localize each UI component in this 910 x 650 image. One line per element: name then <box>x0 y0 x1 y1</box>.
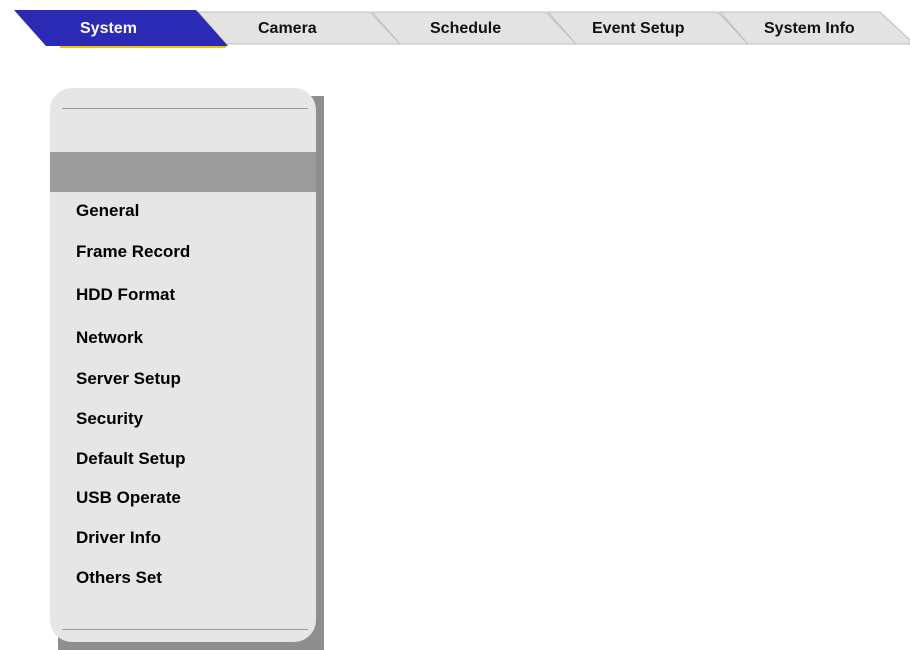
sidebar-item-usb-operate[interactable]: USB Operate <box>76 485 296 511</box>
sidebar-item-frame-record[interactable]: Frame Record <box>76 239 296 265</box>
sidebar-item-network[interactable]: Network <box>76 325 296 351</box>
sidebar-item-server-setup[interactable]: Server Setup <box>76 366 296 392</box>
sidebar-item-driver-info[interactable]: Driver Info <box>76 525 296 551</box>
tab-camera[interactable]: Camera <box>258 20 317 38</box>
sidebar-bottom-divider <box>62 629 308 630</box>
tab-system[interactable]: System <box>80 20 137 38</box>
sidebar-item-default-setup[interactable]: Default Setup <box>76 446 296 472</box>
tab-bar: System Camera Schedule Event Setup Syste… <box>0 0 910 60</box>
sidebar-menu: General Frame Record HDD Format Network … <box>50 88 316 642</box>
sidebar-item-hdd-format[interactable]: HDD Format <box>76 282 296 308</box>
tab-schedule[interactable]: Schedule <box>430 20 501 38</box>
tab-event-setup[interactable]: Event Setup <box>592 20 684 38</box>
tab-system-info[interactable]: System Info <box>764 20 855 38</box>
sidebar-item-general[interactable]: General <box>76 198 296 224</box>
sidebar-item-security[interactable]: Security <box>76 406 296 432</box>
sidebar-selection-highlight[interactable] <box>50 152 316 192</box>
sidebar-top-divider <box>62 108 308 109</box>
sidebar-item-others-set[interactable]: Others Set <box>76 565 296 591</box>
